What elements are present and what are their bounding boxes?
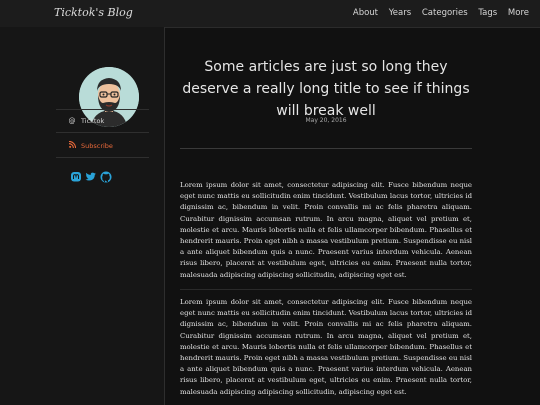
sidebar-divider [56,109,149,110]
sidebar-item-label: Subscribe [81,141,113,150]
nav-about[interactable]: About [353,8,378,18]
post-date: May 20, 2016 [305,117,347,124]
nav-more[interactable]: More [508,8,529,18]
sidebar-item-ticktok[interactable]: @ Ticktok [68,117,105,125]
blog-title-link[interactable]: Ticktok's Blog [54,6,133,19]
top-navbar: Ticktok's Blog About Years Categories Ta… [0,0,540,28]
nav-years[interactable]: Years [389,8,411,18]
post-paragraph: Lorem ipsum dolor sit amet, consectetur … [180,181,472,279]
at-sign-icon: @ [68,117,76,125]
github-icon[interactable] [100,168,112,183]
post-title: Some articles are just so long they dese… [182,59,470,119]
sidebar-divider [56,157,149,158]
paragraph-divider [180,289,472,290]
main-nav: About Years Categories Tags More [345,8,529,18]
sidebar-divider [56,132,149,133]
nav-categories[interactable]: Categories [422,8,468,18]
sidebar: @ Ticktok Subscribe [0,27,165,405]
post-paragraph: Lorem ipsum dolor sit amet, consectetur … [180,298,472,396]
sidebar-item-label: Ticktok [81,117,105,125]
social-links [70,168,112,183]
twitter-icon[interactable] [85,168,97,181]
rss-icon [68,140,76,150]
nav-tags[interactable]: Tags [478,8,497,18]
mastodon-icon[interactable] [70,168,82,182]
sidebar-item-subscribe[interactable]: Subscribe [68,140,113,150]
title-divider [180,148,472,149]
